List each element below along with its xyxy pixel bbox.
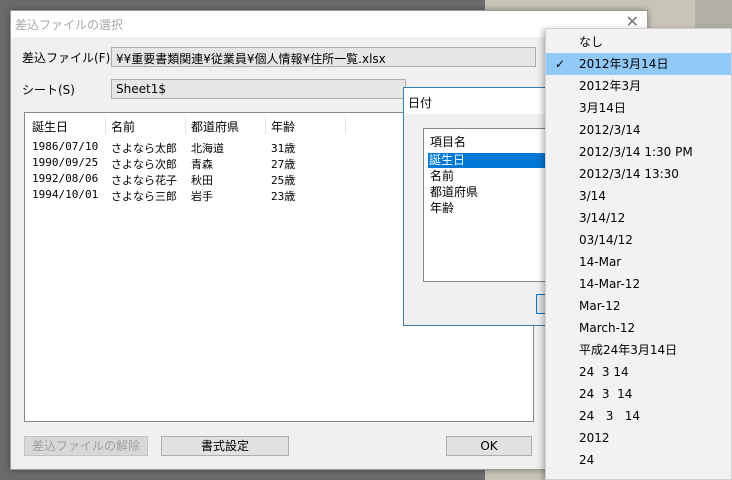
menu-item[interactable]: March-12 bbox=[546, 317, 731, 339]
table-cell: さよなら次郎 bbox=[111, 158, 177, 171]
date-dialog-title: 日付 bbox=[408, 96, 433, 110]
menu-item-label: 14-Mar bbox=[579, 255, 622, 269]
menu-item-label: 24 3 14 bbox=[579, 409, 641, 423]
file-path-field[interactable]: ¥¥重要書類関連¥従業員¥個人情報¥住所一覧.xlsx bbox=[111, 47, 536, 67]
menu-item-label: Mar-12 bbox=[579, 299, 621, 313]
menu-item[interactable]: 2012 bbox=[546, 427, 731, 449]
file-label: 差込ファイル(F) bbox=[22, 51, 111, 65]
menu-item[interactable]: 3/14 bbox=[546, 185, 731, 207]
menu-item-label: 3月14日 bbox=[579, 101, 626, 115]
table-cell: 岩手 bbox=[191, 190, 213, 203]
date-format-menu[interactable]: なし ✓ 2012年3月14日 2012年3月 3月14日 2012/3/14 2… bbox=[545, 28, 732, 480]
table-cell: 23歳 bbox=[271, 190, 296, 203]
table-cell: 青森 bbox=[191, 158, 213, 171]
field-list-item[interactable]: 名前 bbox=[429, 169, 560, 184]
menu-item-label: なし bbox=[579, 35, 604, 49]
field-list-item[interactable]: 誕生日 bbox=[428, 153, 559, 168]
column-header-name[interactable]: 名前 bbox=[111, 118, 135, 135]
release-file-button[interactable]: 差込ファイルの解除 bbox=[24, 436, 148, 456]
menu-item[interactable]: 2012/3/14 1:30 PM bbox=[546, 141, 731, 163]
table-cell: 秋田 bbox=[191, 174, 213, 187]
menu-item[interactable]: 14-Mar bbox=[546, 251, 731, 273]
field-list-item[interactable]: 年齢 bbox=[429, 201, 560, 216]
column-separator[interactable] bbox=[185, 116, 186, 134]
column-header-prefecture[interactable]: 都道府県 bbox=[191, 118, 239, 135]
menu-item-label: 2012 bbox=[579, 431, 610, 445]
table-cell: 25歳 bbox=[271, 174, 296, 187]
date-dialog: 日付 項目名 誕生日 名前 都道府県 年齢 bbox=[403, 87, 566, 326]
menu-item[interactable]: 2012年3月 bbox=[546, 75, 731, 97]
column-header-birthday[interactable]: 誕生日 bbox=[32, 118, 68, 135]
sheet-label: シート(S) bbox=[22, 83, 75, 97]
date-dialog-titlebar: 日付 bbox=[404, 88, 562, 114]
menu-item[interactable]: 2012/3/14 13:30 bbox=[546, 163, 731, 185]
menu-item-label: 2012/3/14 1:30 PM bbox=[579, 145, 693, 159]
sheet-select[interactable]: Sheet1$ bbox=[111, 79, 406, 99]
column-separator[interactable] bbox=[105, 116, 106, 134]
menu-item-none[interactable]: なし bbox=[546, 31, 731, 53]
column-header-age[interactable]: 年齢 bbox=[271, 118, 295, 135]
menu-item[interactable]: 2012/3/14 bbox=[546, 119, 731, 141]
table-cell: 1990/09/25 bbox=[32, 156, 99, 169]
table-cell: さよなら太郎 bbox=[111, 142, 177, 155]
ok-button[interactable]: OK bbox=[446, 436, 532, 456]
check-icon: ✓ bbox=[555, 57, 566, 71]
field-list-item[interactable]: 都道府県 bbox=[429, 185, 560, 200]
menu-item-label: 24 bbox=[579, 453, 595, 467]
menu-item-label: 14-Mar-12 bbox=[579, 277, 641, 291]
menu-item-label: 24 3 14 bbox=[579, 387, 633, 401]
menu-item-label: 2012年3月14日 bbox=[579, 57, 669, 71]
menu-item[interactable]: 24 3 14 bbox=[546, 405, 731, 427]
menu-item[interactable]: 03/14/12 bbox=[546, 229, 731, 251]
menu-item-label: 平成24年3月14日 bbox=[579, 343, 678, 357]
dialog-title: 差込ファイルの選択 bbox=[15, 18, 124, 32]
table-cell: 31歳 bbox=[271, 142, 296, 155]
menu-item-label: March-12 bbox=[579, 321, 636, 335]
menu-item[interactable]: 3月14日 bbox=[546, 97, 731, 119]
field-list[interactable]: 項目名 誕生日 名前 都道府県 年齢 bbox=[423, 128, 563, 282]
table-cell: 北海道 bbox=[191, 142, 224, 155]
menu-item-label: 3/14/12 bbox=[579, 211, 626, 225]
menu-item[interactable]: 3/14/12 bbox=[546, 207, 731, 229]
menu-item-label: 24 3 14 bbox=[579, 365, 629, 379]
table-cell: 27歳 bbox=[271, 158, 296, 171]
field-list-header: 項目名 bbox=[430, 135, 467, 149]
column-separator[interactable] bbox=[265, 116, 266, 134]
table-cell: 1986/07/10 bbox=[32, 140, 99, 153]
format-settings-button[interactable]: 書式設定 bbox=[161, 436, 289, 456]
menu-item[interactable]: 14-Mar-12 bbox=[546, 273, 731, 295]
menu-item-label: 2012/3/14 13:30 bbox=[579, 167, 679, 181]
menu-item[interactable]: 24 bbox=[546, 449, 731, 471]
menu-item-label: 03/14/12 bbox=[579, 233, 633, 247]
table-cell: さよなら花子 bbox=[111, 174, 177, 187]
menu-item[interactable]: 24 3 14 bbox=[546, 383, 731, 405]
menu-item-label: 3/14 bbox=[579, 189, 606, 203]
table-cell: 1992/08/06 bbox=[32, 172, 99, 185]
table-cell: さよなら三郎 bbox=[111, 190, 177, 203]
menu-item[interactable]: Mar-12 bbox=[546, 295, 731, 317]
column-separator[interactable] bbox=[345, 116, 346, 134]
menu-item[interactable]: 平成24年3月14日 bbox=[546, 339, 731, 361]
menu-item-selected[interactable]: ✓ 2012年3月14日 bbox=[546, 53, 731, 75]
menu-item-label: 2012/3/14 bbox=[579, 123, 641, 137]
menu-item-label: 2012年3月 bbox=[579, 79, 642, 93]
menu-item[interactable]: 24 3 14 bbox=[546, 361, 731, 383]
table-cell: 1994/10/01 bbox=[32, 188, 99, 201]
